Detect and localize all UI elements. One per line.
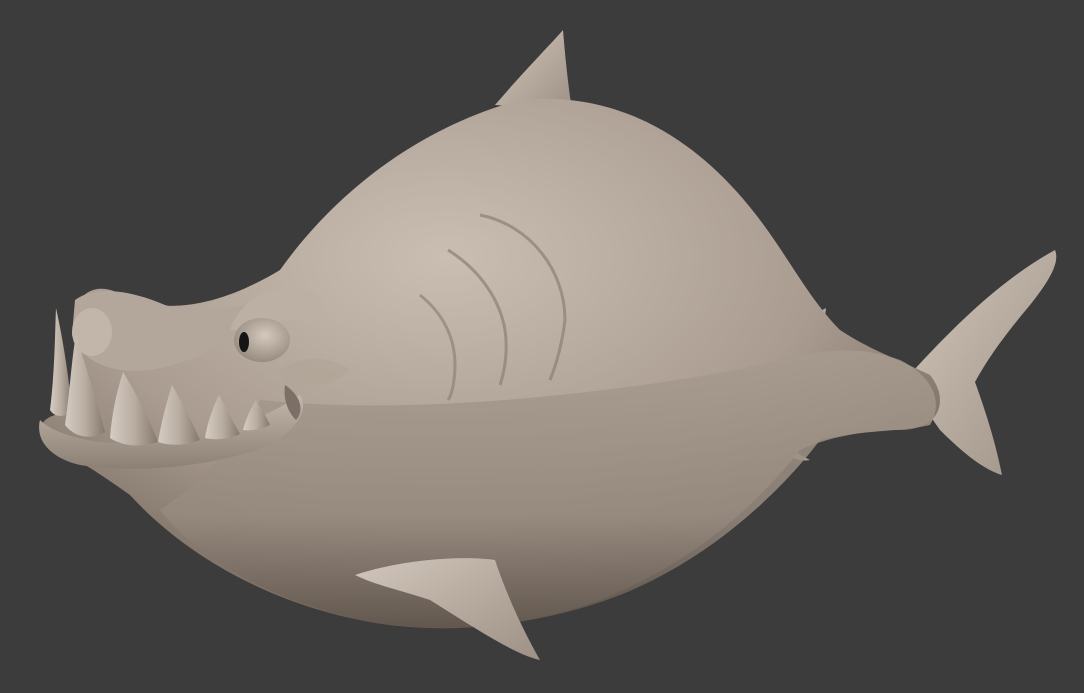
- 3d-viewport[interactable]: [0, 0, 1084, 693]
- dorsal-fin: [495, 30, 572, 110]
- tail-fin: [905, 250, 1057, 475]
- eye-pupil: [239, 332, 249, 352]
- shark-sculpt-icon: [39, 30, 1057, 660]
